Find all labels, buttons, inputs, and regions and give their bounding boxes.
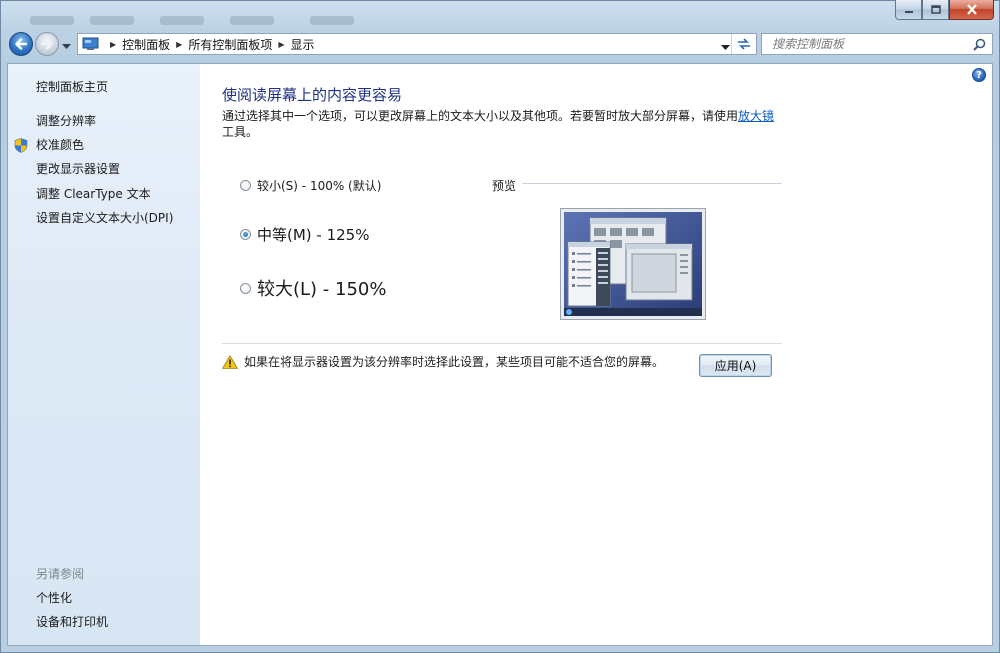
refresh-icon (738, 38, 750, 50)
option-medium[interactable]: 中等(M) - 125% (240, 224, 369, 245)
apply-button[interactable]: 应用(A) (699, 354, 772, 377)
option-smaller-label[interactable]: 较小(S) - 100% (默认) (257, 177, 381, 194)
breadcrumb-display[interactable]: 显示 (291, 36, 315, 53)
maximize-icon (930, 5, 941, 14)
sidebar-item-calibrate-color[interactable]: 校准颜色 (36, 136, 84, 153)
address-bar[interactable]: ▶ 控制面板 ▶ 所有控制面板项 ▶ 显示 (77, 33, 757, 55)
option-medium-label[interactable]: 中等(M) - 125% (257, 224, 369, 245)
chevron-down-icon (721, 45, 730, 50)
radio-larger[interactable] (240, 282, 251, 294)
breadcrumb-separator[interactable]: ▶ (110, 40, 116, 49)
search-input[interactable] (770, 36, 973, 52)
resolution-warning: 如果在将显示器设置为该分辨率时选择此设置，某些项目可能不适合您的屏幕。 (222, 353, 664, 370)
minimize-icon (904, 10, 913, 13)
option-larger-label[interactable]: 较大(L) - 150% (257, 275, 386, 301)
chevron-down-icon (62, 44, 71, 49)
caption-buttons (895, 0, 994, 21)
task-sidebar: 控制面板主页 调整分辨率 校准颜色 更改显示器设置 调整 ClearType 文… (8, 64, 200, 645)
breadcrumb-all-items[interactable]: 所有控制面板项 (188, 36, 272, 53)
sidebar-item-custom-dpi[interactable]: 设置自定义文本大小(DPI) (36, 209, 173, 226)
control-panel-window: ▶ 控制面板 ▶ 所有控制面板项 ▶ 显示 控制面板主页 (0, 0, 1000, 653)
close-icon (966, 4, 977, 15)
uac-shield-icon (14, 138, 28, 153)
desktop-preview-illustration (564, 212, 702, 316)
arrow-left-icon (15, 38, 28, 50)
radio-medium[interactable] (240, 229, 251, 240)
magnifier-link[interactable]: 放大镜 (738, 109, 774, 123)
address-history-dropdown[interactable] (721, 40, 730, 54)
warning-icon (222, 354, 238, 369)
control-panel-icon (82, 37, 99, 50)
see-also-heading: 另请参阅 (36, 567, 85, 581)
back-button[interactable] (9, 32, 33, 56)
radio-smaller[interactable] (240, 180, 251, 191)
option-larger[interactable]: 较大(L) - 150% (240, 275, 386, 301)
option-smaller[interactable]: 较小(S) - 100% (默认) (240, 177, 381, 194)
description-text-end: 工具。 (222, 125, 259, 139)
search-box[interactable] (761, 33, 993, 55)
preview-divider (522, 183, 782, 184)
close-button[interactable] (949, 0, 994, 20)
see-also-personalization[interactable]: 个性化 (36, 589, 72, 606)
minimize-button[interactable] (895, 0, 922, 20)
section-divider (222, 343, 782, 344)
sidebar-item-adjust-cleartype[interactable]: 调整 ClearType 文本 (36, 185, 151, 202)
search-icon[interactable] (973, 38, 986, 51)
help-icon[interactable]: ? (972, 68, 986, 82)
recent-pages-dropdown[interactable] (62, 39, 71, 53)
refresh-button[interactable] (731, 34, 756, 54)
preview-image (560, 208, 706, 320)
page-description: 通过选择其中一个选项，可以更改屏幕上的文本大小以及其他项。若要暂时放大部分屏幕，… (222, 108, 782, 140)
content-area: 控制面板主页 调整分辨率 校准颜色 更改显示器设置 调整 ClearType 文… (7, 63, 993, 646)
breadcrumb-control-panel[interactable]: 控制面板 (122, 36, 170, 53)
maximize-button[interactable] (922, 0, 949, 20)
main-panel: ? 使阅读屏幕上的内容更容易 通过选择其中一个选项，可以更改屏幕上的文本大小以及… (222, 64, 992, 645)
breadcrumb-separator[interactable]: ▶ (176, 40, 182, 49)
preview-label: 预览 (492, 179, 517, 193)
breadcrumb-separator[interactable]: ▶ (278, 40, 284, 49)
arrow-right-icon (40, 38, 53, 50)
page-title: 使阅读屏幕上的内容更容易 (222, 86, 403, 104)
sidebar-item-adjust-resolution[interactable]: 调整分辨率 (36, 112, 96, 129)
title-bar-background (20, 2, 400, 28)
description-text: 通过选择其中一个选项，可以更改屏幕上的文本大小以及其他项。若要暂时放大部分屏幕，… (222, 109, 739, 123)
forward-button[interactable] (35, 32, 59, 56)
see-also-devices-printers[interactable]: 设备和打印机 (36, 613, 108, 630)
sidebar-item-change-display-settings[interactable]: 更改显示器设置 (36, 160, 120, 177)
warning-text: 如果在将显示器设置为该分辨率时选择此设置，某些项目可能不适合您的屏幕。 (244, 355, 665, 369)
navigation-bar: ▶ 控制面板 ▶ 所有控制面板项 ▶ 显示 (7, 31, 993, 59)
sidebar-item-control-panel-home[interactable]: 控制面板主页 (36, 78, 108, 95)
